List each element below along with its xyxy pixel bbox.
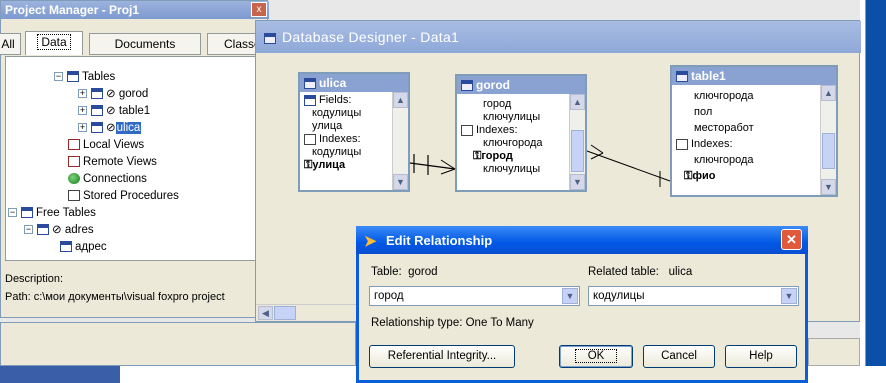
- tree-node-stored-procedures[interactable]: Stored Procedures: [68, 188, 179, 204]
- referential-integrity-button[interactable]: Referential Integrity...: [369, 345, 515, 368]
- scroll-thumb[interactable]: [274, 306, 296, 320]
- ok-button[interactable]: OK: [559, 345, 633, 368]
- project-tree: − Tables + ⊘ gorod + ⊘ table1 + ⊘ulica Local…: [5, 56, 261, 261]
- relation-line-gorod-table1[interactable]: [586, 150, 671, 182]
- tab-all[interactable]: All: [0, 33, 21, 55]
- help-button[interactable]: Help: [725, 345, 797, 368]
- scroll-left-icon[interactable]: ◀: [258, 306, 273, 320]
- table-index-combo[interactable]: город ▼: [369, 286, 580, 306]
- tree-node-connections[interactable]: Connections: [68, 171, 147, 187]
- table-icon: [91, 105, 103, 117]
- table-icon: [91, 88, 103, 100]
- chevron-down-icon[interactable]: ▼: [781, 288, 797, 304]
- description-label: Description:: [5, 273, 64, 285]
- tree-node-tables[interactable]: − Tables: [54, 69, 115, 85]
- database-icon: [264, 32, 276, 44]
- project-manager-title: Project Manager - Proj1: [1, 1, 269, 19]
- status-grip: [808, 338, 860, 366]
- table-label: Table: gorod: [371, 266, 438, 278]
- table-icon: [91, 122, 103, 134]
- tab-data[interactable]: Data: [25, 31, 83, 55]
- app-icon: ➤: [364, 233, 377, 250]
- chevron-down-icon[interactable]: ▼: [562, 288, 578, 304]
- path-label: Path: c:\мои документы\visual foxpro pro…: [5, 291, 225, 303]
- tree-node-gorod[interactable]: + ⊘ gorod: [78, 86, 148, 102]
- procedure-icon: [68, 190, 80, 202]
- relation-line-ulica-gorod[interactable]: [409, 162, 456, 170]
- tree-node-remote-views[interactable]: Remote Views: [68, 154, 157, 170]
- expand-icon[interactable]: +: [78, 123, 87, 133]
- expand-icon[interactable]: +: [78, 106, 87, 116]
- crow-foot: [440, 168, 456, 175]
- related-table-label: Related table: ulica: [588, 266, 693, 278]
- collapse-icon[interactable]: −: [24, 225, 33, 235]
- table-icon: [21, 207, 33, 219]
- lower-panel: [0, 322, 356, 366]
- edit-relationship-dialog: ➤ Edit Relationship ✕ Table: gorod Relat…: [356, 226, 808, 383]
- connection-icon: [68, 173, 80, 185]
- collapse-icon[interactable]: −: [54, 72, 63, 82]
- relationship-type-label: Relationship type: One To Many: [371, 317, 534, 329]
- dialog-title: ➤ Edit Relationship: [356, 226, 808, 254]
- project-manager-window: Project Manager - Proj1 x All Data Docum…: [0, 0, 269, 318]
- collapse-icon[interactable]: −: [8, 208, 17, 218]
- related-table-value: ulica: [668, 266, 693, 278]
- local-view-icon: [68, 139, 80, 151]
- table-value: gorod: [408, 266, 438, 278]
- tree-node-table1[interactable]: + ⊘ table1: [78, 103, 150, 119]
- related-index-combo[interactable]: кодулицы ▼: [588, 286, 799, 306]
- taskbar-fragment: [0, 366, 120, 383]
- close-icon[interactable]: x: [251, 2, 267, 17]
- remote-view-icon: [68, 156, 80, 168]
- table-icon: [37, 224, 49, 236]
- tree-node-adres-field[interactable]: адрес: [60, 239, 107, 255]
- tree-node-local-views[interactable]: Local Views: [68, 137, 144, 153]
- description-area: Description: Path: c:\мои документы\visu…: [5, 273, 261, 309]
- right-frame: [860, 0, 886, 383]
- tab-documents[interactable]: Documents: [89, 33, 201, 55]
- cancel-button[interactable]: Cancel: [643, 345, 715, 368]
- crow-foot: [590, 144, 604, 154]
- database-designer-title: Database Designer - Data1: [256, 21, 861, 53]
- tree-node-free-tables[interactable]: − Free Tables: [8, 205, 96, 221]
- table-icon: [67, 71, 79, 83]
- field-icon: [60, 241, 72, 253]
- tree-node-adres[interactable]: − ⊘ adres: [24, 222, 94, 238]
- tree-node-ulica[interactable]: + ⊘ulica: [78, 120, 142, 136]
- close-icon[interactable]: ✕: [781, 229, 802, 250]
- expand-icon[interactable]: +: [78, 89, 87, 99]
